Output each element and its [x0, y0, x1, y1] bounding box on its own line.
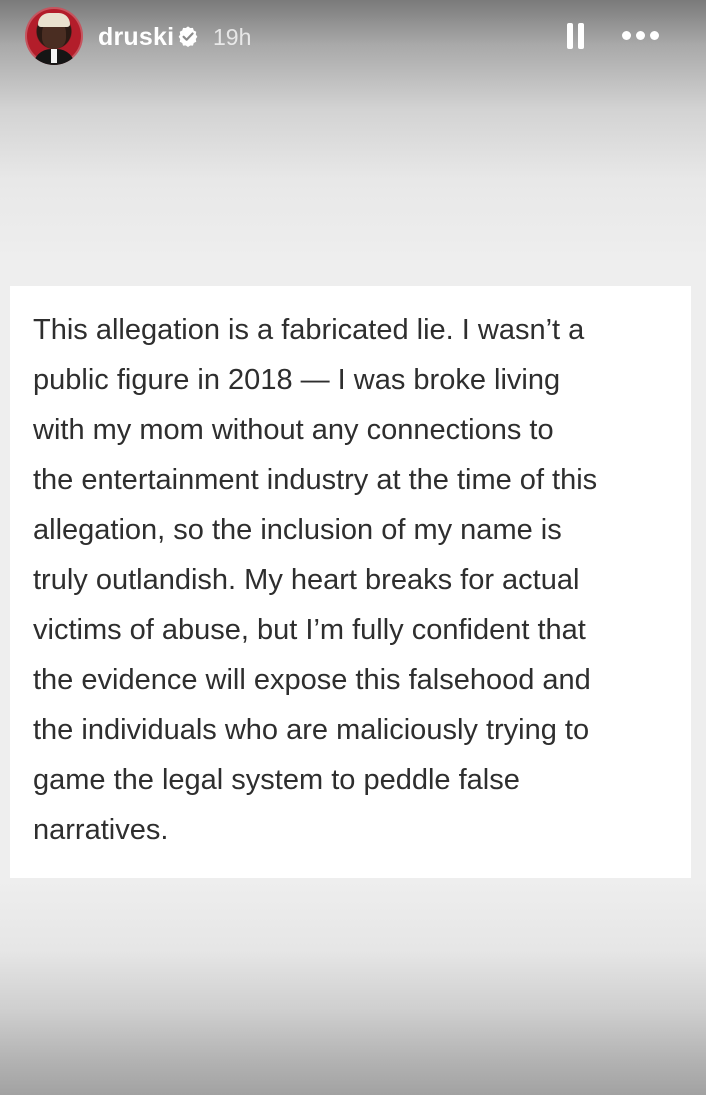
pause-button[interactable] [558, 20, 592, 54]
post-time: 19h [213, 24, 252, 50]
statement-line: victims of abuse, but I’m fully confiden… [33, 614, 586, 646]
statement-line: narratives. [33, 814, 169, 846]
statement-line: allegation, so the inclusion of my name … [33, 514, 562, 546]
username[interactable]: druski [98, 22, 174, 52]
statement-line: This allegation is a fabricated lie. I w… [33, 314, 585, 346]
statement-line: the evidence will expose this falsehood … [33, 664, 591, 696]
profile-avatar-icon[interactable] [25, 7, 83, 65]
statement-line: game the legal system to peddle false [33, 764, 520, 796]
verified-badge-icon [178, 26, 198, 47]
statement-card: This allegation is a fabricated lie. I w… [10, 286, 691, 878]
instagram-story: druski 19h This allegation is a fabricat… [0, 0, 706, 1095]
more-options-button[interactable] [618, 24, 664, 48]
pause-icon [567, 23, 573, 49]
statement-line: truly outlandish. My heart breaks for ac… [33, 564, 580, 596]
statement-line: the individuals who are maliciously tryi… [33, 714, 590, 746]
statement-line: with my mom without any connections to [33, 414, 554, 446]
statement-line: public figure in 2018 — I was broke livi… [33, 364, 561, 396]
more-options-icon [622, 31, 631, 40]
statement-line: the entertainment industry at the time o… [33, 464, 598, 496]
story-header: druski 19h [0, 0, 706, 76]
